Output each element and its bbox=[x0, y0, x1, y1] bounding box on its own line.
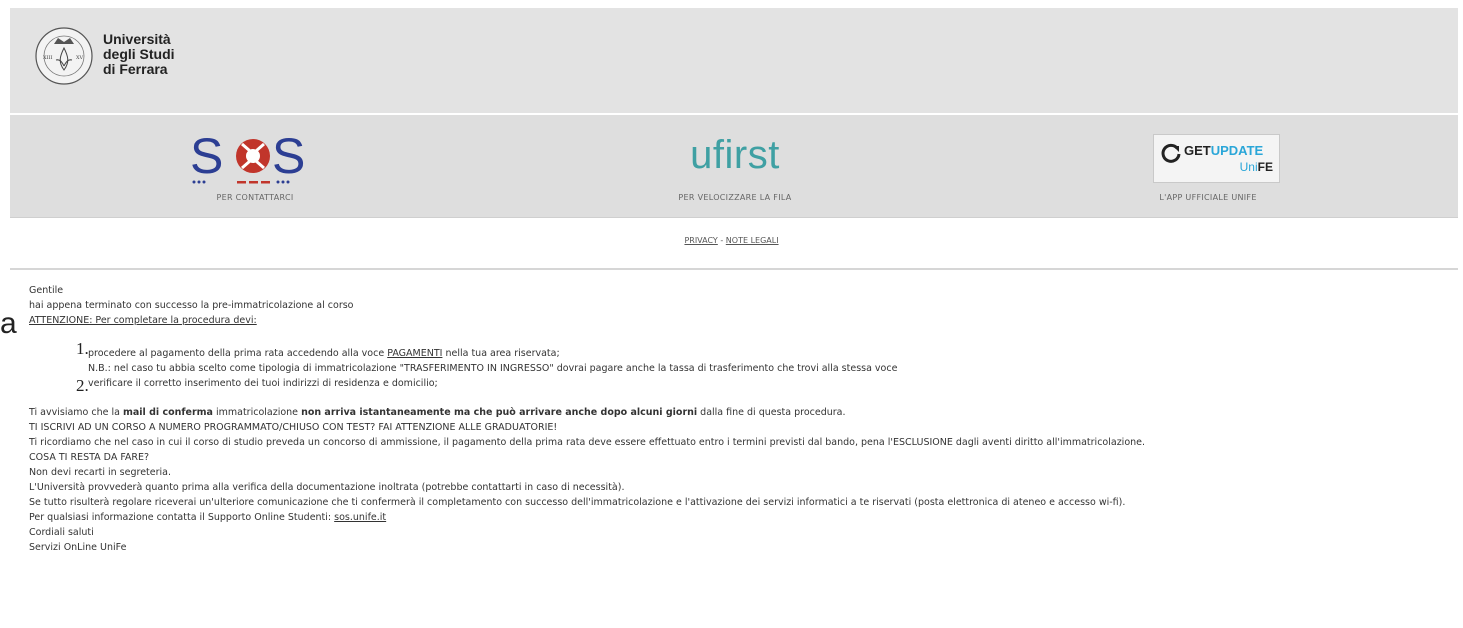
university-name: Università degli Studi di Ferrara bbox=[103, 31, 175, 77]
sos-unife-link[interactable]: sos.unife.it bbox=[334, 512, 386, 523]
text-line: Se tutto risulterà regolare riceverai un… bbox=[29, 497, 1126, 508]
attention-line: ATTENZIONE: Per completare la procedura … bbox=[29, 315, 257, 326]
sos-logo: S S bbox=[190, 128, 320, 189]
text-line: L'Università provvederà quanto prima all… bbox=[29, 482, 625, 493]
note-legali-link[interactable]: NOTE LEGALI bbox=[726, 236, 779, 245]
sos-caption: PER CONTATTARCI bbox=[216, 193, 294, 202]
steps-list: 1. procedere al pagamento della prima ra… bbox=[29, 334, 1459, 395]
svg-text:XV: XV bbox=[76, 55, 84, 61]
edge-text-fragment: a bbox=[0, 307, 17, 340]
support-line: Per qualsiasi informazione contatta il S… bbox=[29, 512, 387, 523]
success-line: hai appena terminato con successo la pre… bbox=[29, 300, 354, 311]
text-line: TI ISCRIVI AD UN CORSO A NUMERO PROGRAMM… bbox=[29, 422, 558, 433]
ufirst-logo: ufirst bbox=[690, 133, 780, 177]
refresh-arrow-icon bbox=[1161, 143, 1181, 163]
greeting: Gentile bbox=[29, 285, 64, 296]
university-header: XIII XV Università degli Studi di Ferrar… bbox=[10, 8, 1458, 114]
getupdate-caption: L'APP UFFICIALE UNIFE bbox=[1159, 193, 1257, 202]
legal-links: PRIVACY - NOTE LEGALI bbox=[684, 236, 779, 245]
signature: Servizi OnLine UniFe bbox=[29, 542, 127, 553]
university-seal-icon: XIII XV bbox=[35, 27, 93, 85]
list-item: 1. procedere al pagamento della prima ra… bbox=[29, 334, 1459, 376]
closing: Cordiali saluti bbox=[29, 527, 94, 538]
logo-bar: S S PER CONTATTARCI ufirst PER VELOCIZZA… bbox=[10, 115, 1458, 218]
privacy-link[interactable]: PRIVACY bbox=[684, 236, 717, 245]
svg-text:S: S bbox=[190, 129, 223, 184]
svg-text:XIII: XIII bbox=[43, 55, 53, 61]
sos-logo-link[interactable]: S S PER CONTATTARCI bbox=[130, 115, 380, 217]
confirmation-message: Gentile hai appena terminato con success… bbox=[29, 283, 1459, 555]
divider bbox=[10, 268, 1458, 270]
text-line: Ti ricordiamo che nel caso in cui il cor… bbox=[29, 437, 1146, 448]
ufirst-logo-link[interactable]: ufirst PER VELOCIZZARE LA FILA bbox=[610, 115, 860, 217]
list-item: 2. verificare il corretto inserimento de… bbox=[76, 376, 438, 395]
ufirst-caption: PER VELOCIZZARE LA FILA bbox=[678, 193, 792, 202]
getupdate-logo-link[interactable]: GETUPDATE UniFE L'APP UFFICIALE UNIFE bbox=[1083, 115, 1333, 217]
notice-line: Ti avvisiamo che la mail di conferma imm… bbox=[29, 407, 846, 418]
svg-text:S: S bbox=[272, 129, 305, 184]
text-line: COSA TI RESTA DA FARE? bbox=[29, 452, 150, 463]
pagamenti-link[interactable]: PAGAMENTI bbox=[387, 348, 442, 359]
getupdate-logo: GETUPDATE UniFE bbox=[1153, 134, 1280, 183]
text-line: Non devi recarti in segreteria. bbox=[29, 467, 171, 478]
step-note: N.B.: nel caso tu abbia scelto come tipo… bbox=[88, 363, 898, 374]
